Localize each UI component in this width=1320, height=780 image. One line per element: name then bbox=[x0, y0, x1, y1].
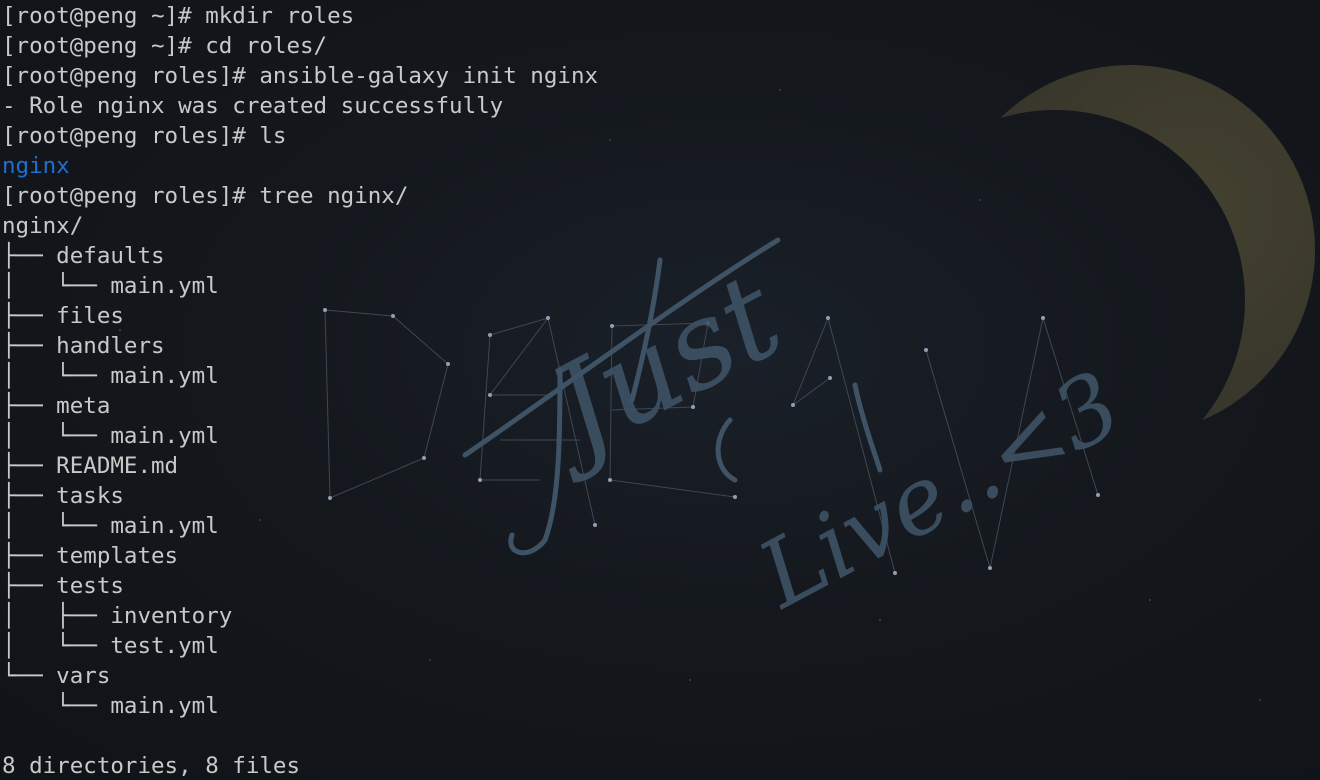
terminal-line: ├── meta bbox=[2, 393, 111, 419]
terminal-line: │ ├── inventory bbox=[2, 603, 233, 629]
terminal-line: ├── handlers bbox=[2, 333, 165, 359]
terminal-line: ├── defaults bbox=[2, 243, 165, 269]
terminal-line: - Role nginx was created successfully bbox=[2, 93, 504, 119]
terminal-line: │ └── main.yml bbox=[2, 423, 219, 449]
terminal-line: ├── tasks bbox=[2, 483, 124, 509]
terminal-line: │ └── main.yml bbox=[2, 273, 219, 299]
terminal-output[interactable]: [root@peng ~]# mkdir roles [root@peng ~]#… bbox=[2, 1, 598, 780]
terminal-line: [root@peng roles]# ls bbox=[2, 123, 287, 149]
terminal-line: └── vars bbox=[2, 663, 111, 689]
terminal-line: │ └── main.yml bbox=[2, 513, 219, 539]
terminal-line: │ └── main.yml bbox=[2, 363, 219, 389]
terminal-line: ├── templates bbox=[2, 543, 179, 569]
terminal-line: ├── tests bbox=[2, 573, 124, 599]
terminal-line: nginx/ bbox=[2, 213, 84, 239]
ls-directory-entry: nginx bbox=[2, 153, 70, 179]
terminal-line: └── main.yml bbox=[2, 693, 219, 719]
terminal-line: [root@peng roles]# ansible-galaxy init n… bbox=[2, 63, 599, 89]
terminal-window[interactable]: Just Live..<3 [root@peng ~]# mkdir roles… bbox=[0, 0, 1320, 780]
terminal-line: ├── files bbox=[2, 303, 124, 329]
terminal-line: 8 directories, 8 files bbox=[2, 753, 301, 779]
terminal-line: │ └── test.yml bbox=[2, 633, 219, 659]
terminal-line: ├── README.md bbox=[2, 453, 179, 479]
terminal-line: [root@peng ~]# mkdir roles bbox=[2, 3, 355, 29]
terminal-line: [root@peng roles]# tree nginx/ bbox=[2, 183, 409, 209]
terminal-line: [root@peng ~]# cd roles/ bbox=[2, 33, 328, 59]
